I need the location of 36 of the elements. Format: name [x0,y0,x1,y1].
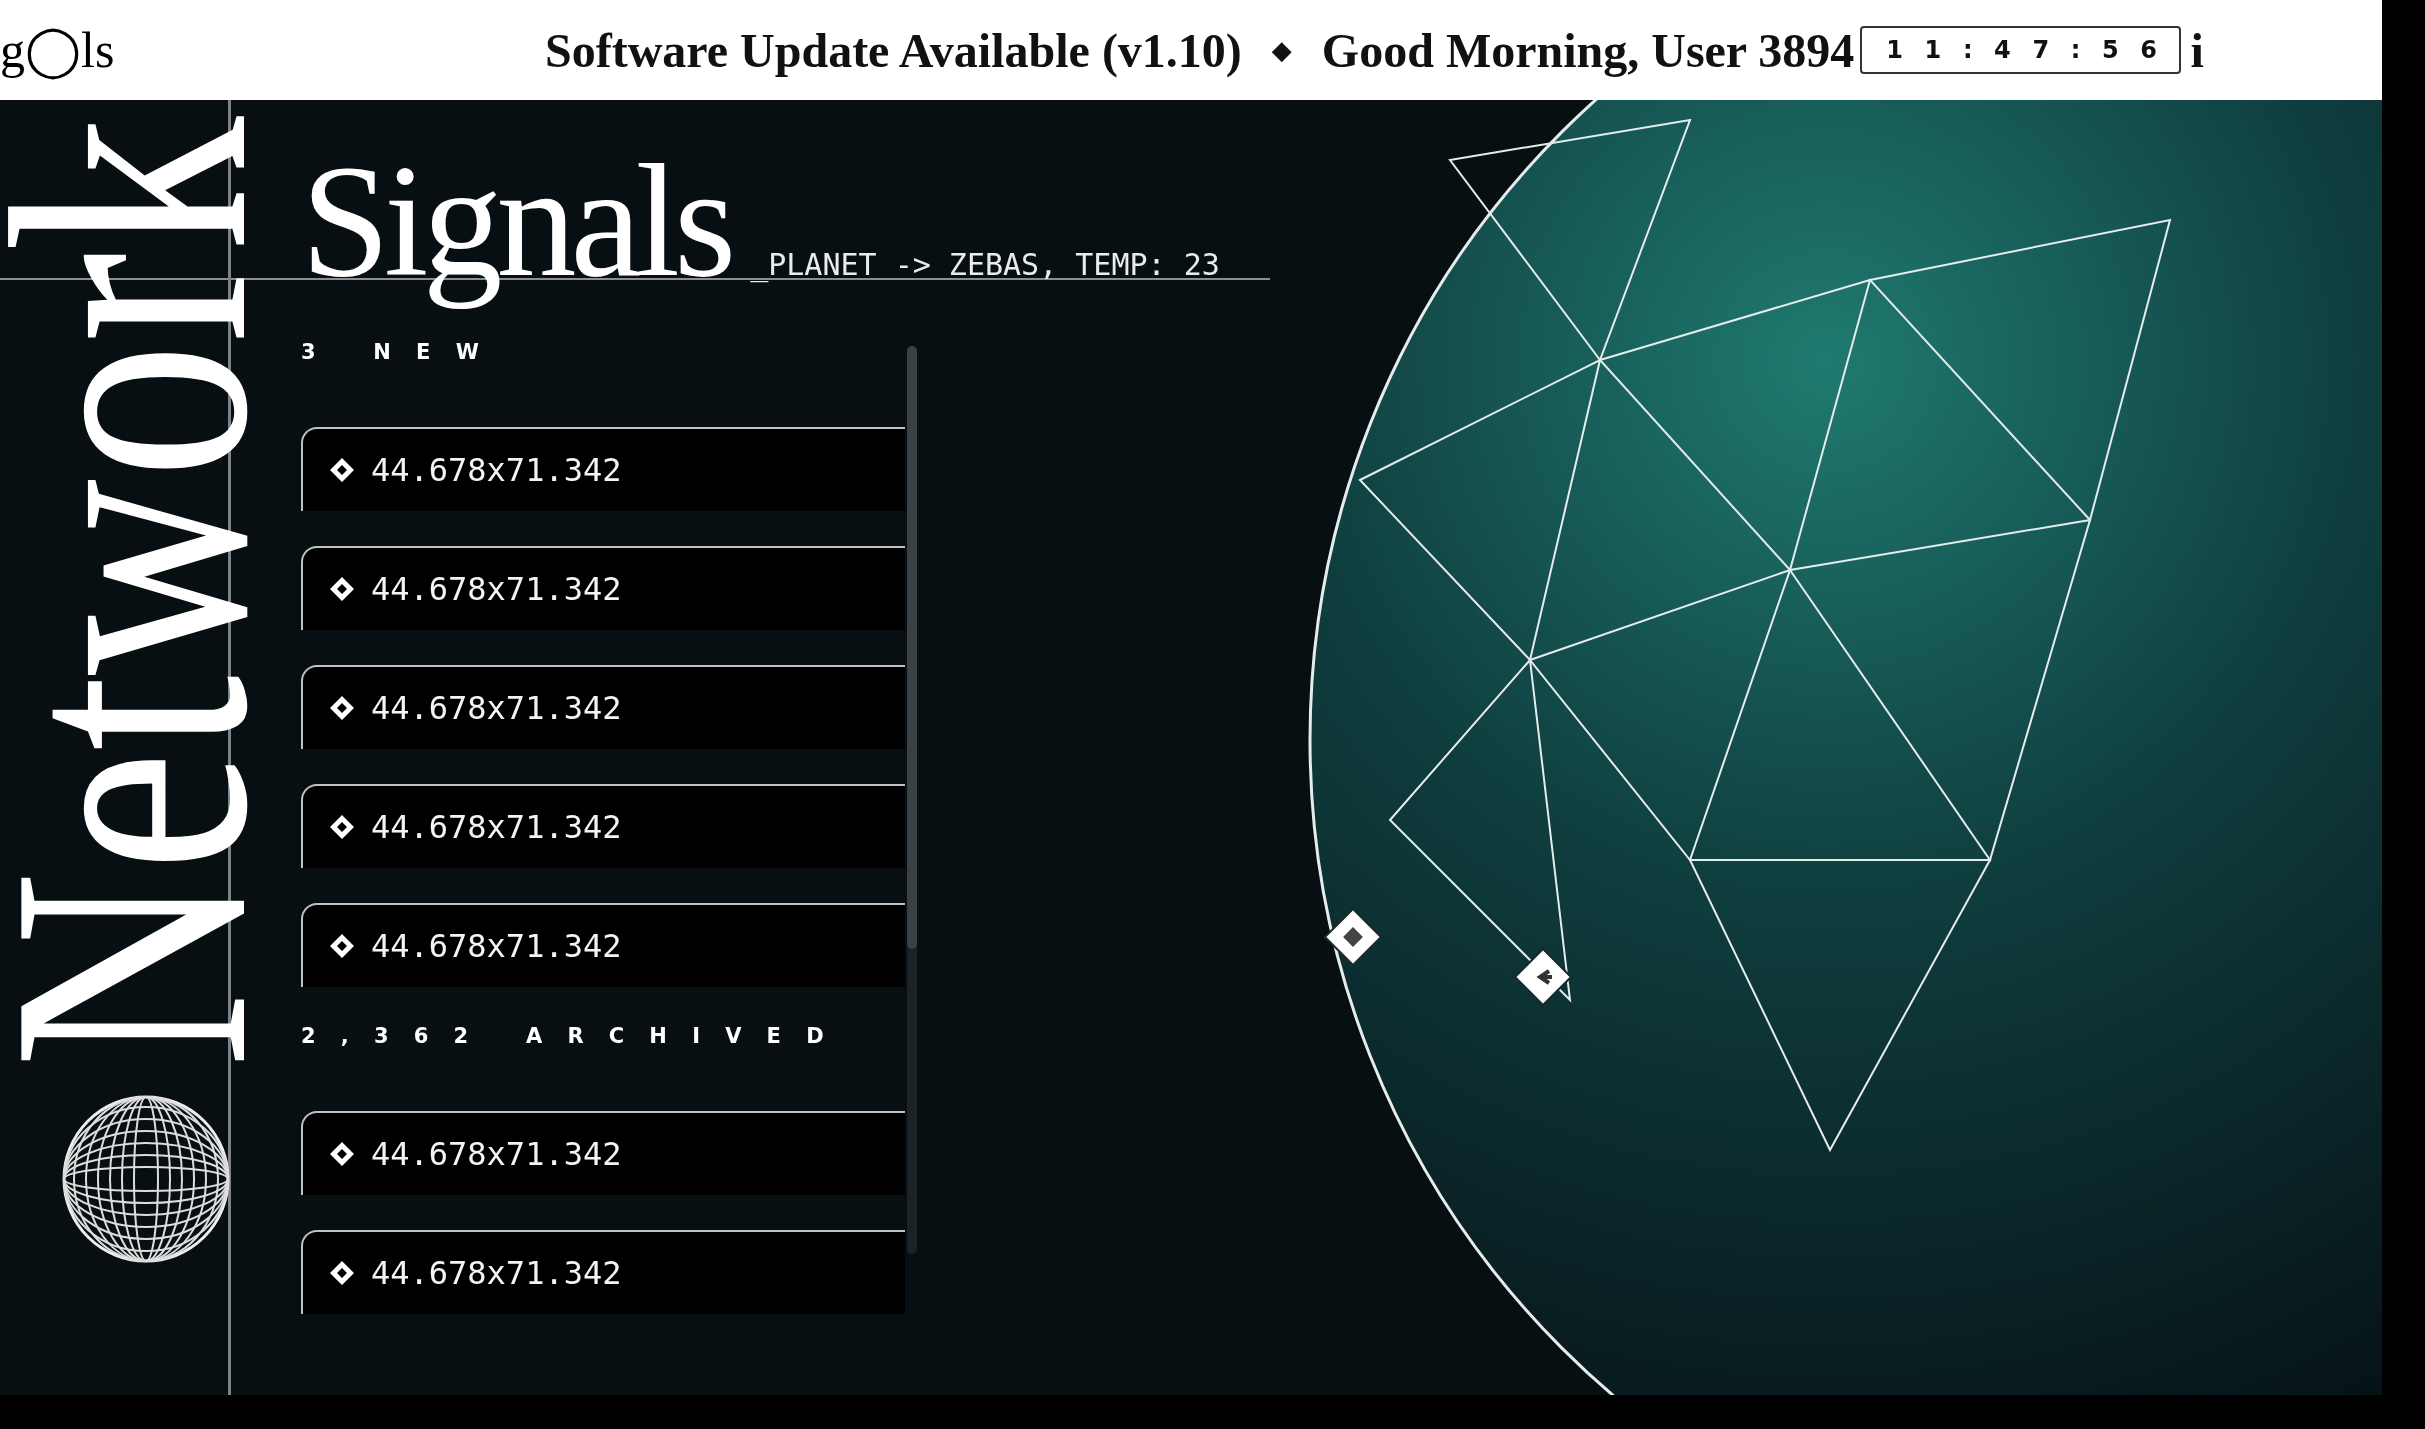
separator-icon: ◆ [1271,35,1292,65]
diamond-icon [329,695,355,721]
diamond-icon [329,1141,355,1167]
ticker-text: Good Morning, User 3894 [1321,22,1855,78]
ticker-text: i [2190,22,2204,78]
page-title: Signals [301,131,732,312]
clock: 11:47:56 [1860,26,2181,74]
coordinates-text: 44.678x71.342 [371,570,622,608]
coordinates-text: 44.678x71.342 [371,689,622,727]
section-heading: 2,362 ARCHIVED [301,1023,849,1050]
map-marker[interactable] [1322,906,1384,968]
coordinates-text: 44.678x71.342 [371,927,622,965]
signal-item[interactable]: 44.678x71.342 [301,784,905,868]
signal-item[interactable]: 44.678x71.342 [301,1230,905,1314]
diamond-icon [329,1260,355,1286]
page-subtitle: _PLANET -> ZEBAS, TEMP: 23 [750,247,1220,282]
signal-item[interactable]: 44.678x71.342 [301,665,905,749]
coordinates-text: 44.678x71.342 [371,808,622,846]
section-heading: 3 NEW [301,339,504,366]
map-marker[interactable] [1512,946,1574,1008]
diamond-icon [329,457,355,483]
signal-item[interactable]: 44.678x71.342 [301,1111,905,1195]
side-title: Network [0,116,300,1068]
ticker-text: Software Update Available (v1.10) [545,22,1242,78]
scrollbar[interactable] [907,346,917,1254]
signal-item[interactable]: 44.678x71.342 [301,427,905,511]
logo: g◯ls [0,21,116,79]
coordinates-text: 44.678x71.342 [371,451,622,489]
diamond-icon [329,814,355,840]
signal-item[interactable]: 44.678x71.342 [301,546,905,630]
globe-icon [62,1095,230,1263]
diamond-icon [329,933,355,959]
signal-item[interactable]: 44.678x71.342 [301,903,905,987]
coordinates-text: 44.678x71.342 [371,1254,622,1292]
diamond-icon [329,576,355,602]
coordinates-text: 44.678x71.342 [371,1135,622,1173]
